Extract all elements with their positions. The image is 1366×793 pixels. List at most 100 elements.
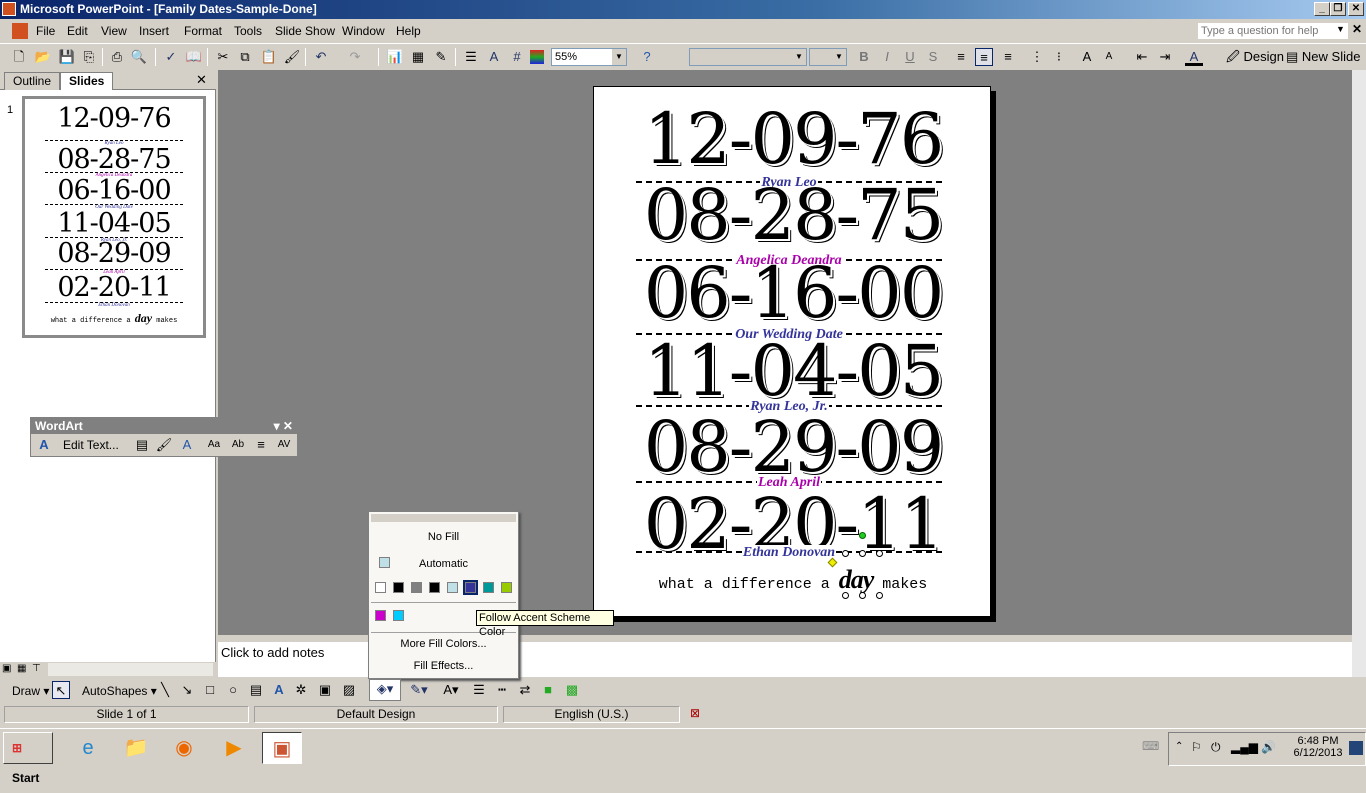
- numbering-icon[interactable]: ⋮: [1028, 48, 1046, 66]
- media-player-icon[interactable]: ▶: [214, 732, 254, 764]
- help-icon[interactable]: ?: [638, 48, 656, 66]
- same-letter-heights-icon[interactable]: Aa: [205, 436, 223, 454]
- restore-button[interactable]: ❐: [1330, 2, 1346, 16]
- increase-indent-icon[interactable]: ⇥: [1156, 48, 1174, 66]
- selection-handle[interactable]: [859, 592, 866, 599]
- draw-menu[interactable]: Draw ▾: [12, 684, 49, 698]
- menu-drag-handle[interactable]: [371, 514, 516, 522]
- cut-icon[interactable]: ✂: [214, 48, 232, 66]
- selection-handle[interactable]: [842, 592, 849, 599]
- insert-wordart-icon[interactable]: A: [270, 681, 288, 699]
- color-grayscale-icon[interactable]: [530, 50, 544, 64]
- bold-icon[interactable]: B: [855, 48, 873, 66]
- scheme-color-swatch[interactable]: [393, 582, 404, 593]
- minimize-button[interactable]: _: [1314, 2, 1330, 16]
- character-spacing-icon[interactable]: AV: [275, 436, 293, 454]
- selection-handle[interactable]: [859, 550, 866, 557]
- close-pane-icon[interactable]: ✕: [196, 72, 207, 88]
- alignment-icon[interactable]: ≡: [252, 436, 270, 454]
- shadow-style-icon[interactable]: ■: [539, 681, 557, 699]
- line-icon[interactable]: ╲: [156, 681, 174, 699]
- increase-font-icon[interactable]: A: [1078, 48, 1096, 66]
- menu-tools[interactable]: Tools: [234, 20, 262, 42]
- close-button[interactable]: ✕: [1348, 2, 1364, 16]
- horizontal-scrollbar[interactable]: [48, 663, 213, 676]
- save-icon[interactable]: 💾: [58, 48, 76, 66]
- expand-all-icon[interactable]: ☰: [462, 48, 480, 66]
- scheme-color-swatch[interactable]: [411, 582, 422, 593]
- help-dropdown-icon[interactable]: ▼: [1336, 24, 1345, 34]
- line-style-icon[interactable]: ☰: [470, 681, 488, 699]
- volume-icon[interactable]: 🔊: [1261, 740, 1276, 754]
- keyboard-icon[interactable]: ⌨: [1142, 739, 1159, 753]
- shadow-icon[interactable]: S: [924, 48, 942, 66]
- scheme-color-swatch[interactable]: [447, 582, 458, 593]
- tab-outline[interactable]: Outline: [4, 72, 61, 90]
- select-objects-icon[interactable]: ↖: [52, 681, 70, 699]
- decrease-indent-icon[interactable]: ⇤: [1133, 48, 1151, 66]
- menu-help[interactable]: Help: [396, 20, 421, 42]
- scheme-color-swatch[interactable]: [483, 582, 494, 593]
- show-hidden-icons[interactable]: ⌃: [1175, 741, 1183, 752]
- design-button[interactable]: 🖉 Design: [1226, 48, 1284, 66]
- recent-color-swatch[interactable]: [393, 610, 404, 621]
- vertical-scrollbar[interactable]: [1352, 70, 1366, 677]
- permission-icon[interactable]: ⎘: [80, 48, 98, 66]
- automatic-option[interactable]: Automatic: [369, 558, 518, 570]
- 3d-style-icon[interactable]: ▩: [563, 681, 581, 699]
- fill-effects-option[interactable]: Fill Effects...: [369, 660, 518, 672]
- show-formatting-icon[interactable]: A: [485, 48, 503, 66]
- date-text[interactable]: 08-28-75: [594, 175, 992, 255]
- network-icon[interactable]: ▂▄▆: [1231, 740, 1258, 754]
- vertical-text-icon[interactable]: Ab: [229, 436, 247, 454]
- start-button[interactable]: ⊞ Start: [3, 732, 53, 785]
- open-icon[interactable]: 📂: [34, 48, 52, 66]
- wordart-day[interactable]: day: [839, 565, 875, 594]
- menu-file[interactable]: File: [36, 20, 55, 42]
- toolbar-close-icon[interactable]: ▾ ✕: [274, 418, 293, 434]
- insert-wordart-icon[interactable]: A: [35, 436, 53, 454]
- menu-slide-show[interactable]: Slide Show: [275, 20, 335, 42]
- new-icon[interactable]: 🗋: [10, 48, 28, 66]
- scheme-color-swatch[interactable]: [429, 582, 440, 593]
- firefox-icon[interactable]: ◉: [164, 732, 204, 764]
- wordart-shape-icon[interactable]: A: [178, 436, 196, 454]
- menu-format[interactable]: Format: [184, 20, 222, 42]
- scheme-color-swatch[interactable]: [463, 580, 478, 595]
- explorer-icon[interactable]: 📁: [116, 732, 156, 764]
- date-text[interactable]: 06-16-00: [594, 253, 992, 333]
- decrease-font-icon[interactable]: A: [1100, 48, 1118, 66]
- fill-color-button[interactable]: ◈▾: [369, 679, 401, 701]
- menu-insert[interactable]: Insert: [139, 20, 169, 42]
- rectangle-icon[interactable]: □: [201, 681, 219, 699]
- bullets-icon[interactable]: ⁝: [1050, 48, 1068, 66]
- font-color-button[interactable]: A▾: [436, 681, 466, 699]
- paste-icon[interactable]: 📋: [260, 48, 278, 66]
- menu-view[interactable]: View: [101, 20, 127, 42]
- picture-icon[interactable]: ▨: [340, 681, 358, 699]
- format-wordart-icon[interactable]: 🖌: [155, 436, 173, 454]
- close-document-button[interactable]: ✕: [1352, 22, 1362, 36]
- redo-icon[interactable]: ↷: [346, 48, 364, 66]
- normal-view-icon[interactable]: ▣: [2, 663, 11, 674]
- research-icon[interactable]: 📖: [185, 48, 203, 66]
- selection-handle[interactable]: [876, 592, 883, 599]
- arrow-style-icon[interactable]: ⇄: [516, 681, 534, 699]
- rotate-handle[interactable]: [859, 532, 866, 539]
- undo-icon[interactable]: ↶: [312, 48, 330, 66]
- center-icon[interactable]: ≡: [975, 48, 993, 66]
- underline-icon[interactable]: U: [901, 48, 919, 66]
- clock[interactable]: 6:48 PM 6/12/2013: [1293, 735, 1343, 759]
- slide[interactable]: 12-09-76 Ryan Leo 08-28-75 Angelica Deandra…: [593, 86, 991, 617]
- document-icon[interactable]: [12, 23, 28, 39]
- scheme-color-swatch[interactable]: [501, 582, 512, 593]
- slide-show-icon[interactable]: ⊤: [32, 663, 41, 674]
- print-icon[interactable]: ⎙: [108, 48, 126, 66]
- print-preview-icon[interactable]: 🔍: [130, 48, 148, 66]
- slide-sorter-icon[interactable]: ▦: [17, 663, 26, 674]
- wordart-toolbar-title[interactable]: WordArt: [35, 419, 83, 433]
- menu-window[interactable]: Window: [342, 20, 385, 42]
- wordart-gallery-icon[interactable]: ▤: [133, 436, 151, 454]
- line-color-button[interactable]: ✎▾: [404, 681, 434, 699]
- copy-icon[interactable]: ⧉: [236, 48, 254, 66]
